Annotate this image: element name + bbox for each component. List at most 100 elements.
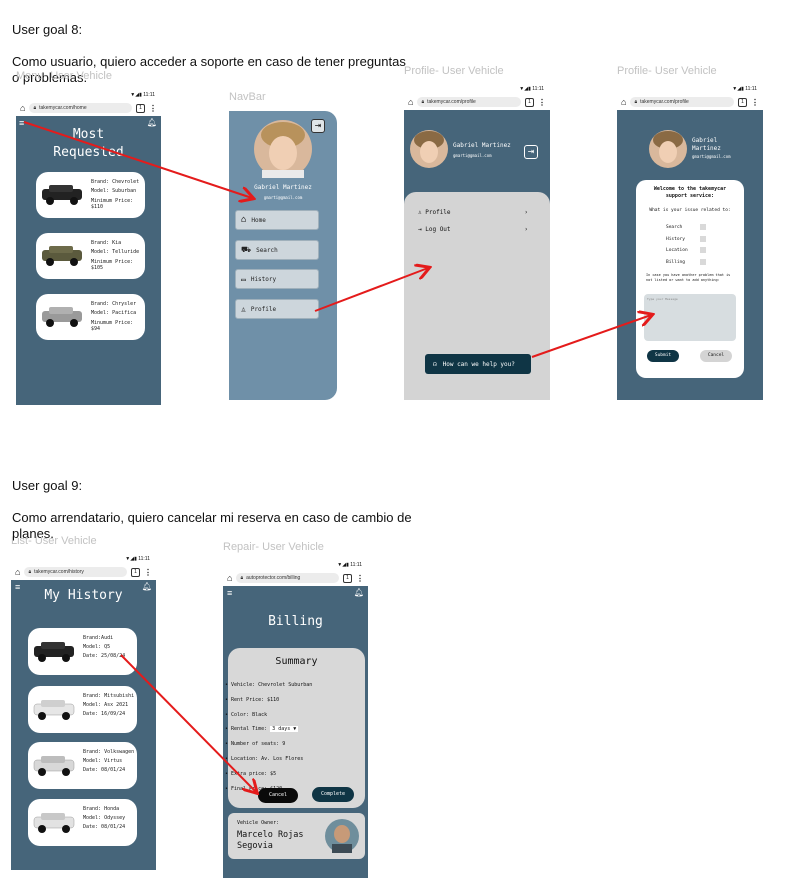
dialog-title: Welcome to the takemycar support service… — [653, 186, 727, 199]
car-image — [33, 813, 75, 833]
frame-label-menu: Menu- User Vehicle — [16, 70, 112, 82]
page-title: Most Requested — [53, 127, 124, 160]
url-bar[interactable]: 🔒︎ takemycar.com/profile — [417, 97, 521, 107]
owner-card: Vehicle Owner: Marcelo Rojas Segovia — [228, 813, 365, 859]
car-image — [34, 642, 74, 662]
home-icon[interactable]: ⌂ — [227, 573, 232, 583]
nav-item-history[interactable]: ▭ History — [235, 269, 319, 289]
lock-icon: 🔒︎ — [240, 575, 244, 581]
navbar-panel: ⇥ Gabriel Martinez gmarti@gmail.com ⌂ Hom… — [229, 111, 337, 400]
cancel-button[interactable]: Cancel — [700, 350, 732, 362]
history-info: Brand:Audi Model: Q5 Date: 25/08/24 — [83, 635, 126, 659]
car-image — [33, 700, 75, 720]
url-bar[interactable]: 🔒︎ takemycar.com/profile — [630, 97, 734, 107]
user-name: Gabriel Martinez — [692, 137, 721, 152]
user-name: Gabriel Martinez — [453, 142, 511, 149]
issue-option-history[interactable]: History — [666, 234, 706, 246]
nav-item-home[interactable]: ⌂ Home — [235, 210, 319, 230]
help-button[interactable]: ☊ How can we help you? — [425, 354, 531, 374]
phone-menu: ▼◢▮ 11:11 ⌂ 🔒︎ takemycar.com/home 1 ⋮ ≡ 🔔… — [16, 90, 161, 405]
car-image — [42, 246, 82, 266]
summary-line: • Color: Black — [225, 711, 268, 718]
url-bar[interactable]: 🔒︎ takemycar.com/history — [24, 567, 127, 577]
menu-screen: ≡ 🔔︎ Most Requested Brand: Chevrolet Mode… — [16, 116, 161, 405]
chevron-right-icon: › — [524, 209, 528, 216]
logout-icon[interactable]: ⇥ — [524, 145, 538, 159]
phone-profile-support: ▼◢▮ 11:11 ⌂ 🔒︎ takemycar.com/profile 1 ⋮ … — [617, 84, 763, 400]
summary-line: • Location: Av. Los Flores — [225, 755, 304, 762]
overflow-menu-icon[interactable]: ⋮ — [149, 104, 157, 113]
overflow-menu-icon[interactable]: ⋮ — [538, 98, 546, 107]
logout-icon[interactable]: ⇥ — [311, 119, 325, 133]
home-icon[interactable]: ⌂ — [621, 97, 626, 107]
issue-option-search[interactable]: Search — [666, 222, 706, 234]
car-card[interactable]: Brand: Kia Model: Telluride Minimum Price:… — [36, 233, 145, 279]
browser-bar: ⌂ 🔒︎ takemycar.com/home 1 ⋮ — [16, 100, 161, 116]
home-icon[interactable]: ⌂ — [20, 103, 25, 113]
user-email: gmarti@gmail.com — [263, 195, 303, 200]
submit-button[interactable]: Submit — [647, 350, 679, 362]
owner-label: Vehicle Owner: — [237, 820, 280, 826]
history-card[interactable]: Brand: Volkswagen Model: Virtus Date: 08/0… — [28, 742, 137, 789]
avatar — [410, 130, 448, 168]
nav-item-profile[interactable]: ♙ Profile — [235, 299, 319, 319]
issue-option-billing[interactable]: Billing — [666, 257, 706, 269]
overflow-menu-icon[interactable]: ⋮ — [356, 574, 364, 583]
message-textarea[interactable]: Type your Message — [644, 294, 736, 341]
nav-item-search[interactable]: ⛟ Search — [235, 240, 319, 260]
menu-icon[interactable]: ≡ — [227, 588, 232, 598]
checkbox[interactable] — [700, 247, 706, 253]
owner-avatar — [325, 819, 359, 853]
user-email: gmarti@gmail.com — [692, 154, 731, 159]
tab-count-button[interactable]: 1 — [131, 567, 140, 577]
menu-item-profile[interactable]: ♙ Profile › — [418, 209, 528, 216]
history-card[interactable]: Brand: Honda Model: Odyssey Date: 08/01/24 — [28, 799, 137, 846]
overflow-menu-icon[interactable]: ⋮ — [144, 568, 152, 577]
tab-count-button[interactable]: 1 — [343, 573, 352, 583]
status-bar: ▼◢▮ 11:11 — [11, 554, 156, 564]
dialog-question: What is your issue related to: — [649, 208, 731, 213]
car-icon: ⛟ — [241, 245, 252, 254]
user-icon: ♙ — [241, 304, 246, 314]
profile-sheet: ♙ Profile › ⇥ Log Out › ☊ How can we help y… — [404, 192, 550, 400]
issue-option-location[interactable]: Location — [666, 245, 706, 257]
overflow-menu-icon[interactable]: ⋮ — [751, 98, 759, 107]
frame-label-list: List- User Vehicle — [11, 535, 97, 547]
profile-screen: Gabriel Martinez gmarti@gmail.com ⇥ ♙ Pr… — [404, 110, 550, 400]
home-icon[interactable]: ⌂ — [408, 97, 413, 107]
complete-button[interactable]: Complete — [312, 787, 354, 802]
other-issue-text: In case you have another problem that is… — [646, 273, 731, 282]
summary-card: Summary • Vehicle: Chevrolet Suburban • … — [225, 648, 365, 808]
home-icon[interactable]: ⌂ — [15, 567, 20, 577]
logout-icon: ⇥ — [418, 226, 422, 233]
history-card[interactable]: Brand:Audi Model: Q5 Date: 25/08/24 — [28, 628, 137, 675]
status-bar: ▼◢▮ 11:11 — [16, 90, 161, 100]
url-bar[interactable]: 🔒︎ takemycar.com/home — [29, 103, 132, 113]
history-card[interactable]: Brand: Mitsubishi Model: Asx 2021 Date: 16… — [28, 686, 137, 733]
goal-8-block: User goal 8: Como usuario, quiero accede… — [12, 6, 452, 102]
car-card[interactable]: Brand: Chevrolet Model: Suburban Minimum P… — [36, 172, 145, 218]
history-info: Brand: Volkswagen Model: Virtus Date: 08/0… — [83, 749, 135, 773]
tab-count-button[interactable]: 1 — [136, 103, 145, 113]
rental-time-select[interactable]: 3 days ▼ — [270, 726, 299, 733]
checkbox[interactable] — [700, 224, 706, 230]
car-card[interactable]: Brand: Chrysler Model: Pacifica Minumum Pr… — [36, 294, 145, 340]
frame-label-profile-1: Profile- User Vehicle — [404, 65, 504, 77]
cancel-button[interactable]: Cancel — [258, 788, 298, 803]
menu-item-logout[interactable]: ⇥ Log Out › — [418, 226, 528, 233]
lock-icon: 🔒︎ — [634, 99, 638, 105]
summary-line: • Extra price: $5 — [225, 770, 277, 777]
checkbox[interactable] — [700, 235, 706, 242]
summary-line: • Rental Time: 3 days ▼ — [225, 726, 299, 733]
url-bar[interactable]: 🔒︎ autoprotector.com/billing — [236, 573, 339, 583]
avatar — [649, 130, 687, 168]
tab-count-button[interactable]: 1 — [525, 97, 534, 107]
tab-count-button[interactable]: 1 — [738, 97, 747, 107]
bell-icon[interactable]: 🔔︎ — [354, 588, 364, 597]
checkbox[interactable] — [700, 258, 706, 265]
summary-line: • Number of seats: 9 — [225, 741, 286, 748]
issue-options: Search History Location Billing — [666, 222, 706, 268]
browser-bar: ⌂ 🔒︎ takemycar.com/history 1 ⋮ — [11, 564, 156, 580]
billing-screen: ≡ 🔔︎ Billing Summary • Vehicle: Chevrole… — [223, 586, 368, 878]
frame-label-repair: Repair- User Vehicle — [223, 541, 324, 553]
